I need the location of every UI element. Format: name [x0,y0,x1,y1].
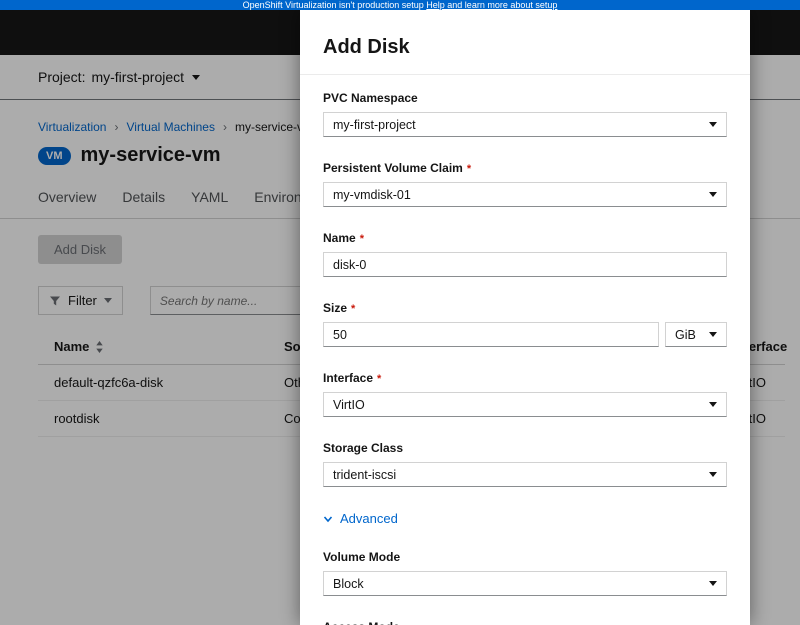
disk-name-input[interactable] [323,252,727,277]
pvc-namespace-select[interactable]: my-first-project [323,112,727,137]
caret-down-icon [709,192,717,197]
access-mode-label: Access Mode [323,620,727,625]
required-indicator: * [351,303,356,315]
caret-down-icon [709,581,717,586]
pvc-label: Persistent Volume Claim * [323,161,472,175]
size-unit-select[interactable]: GiB [665,322,727,347]
storage-class-label: Storage Class [323,441,404,455]
volume-mode-select[interactable]: Block [323,571,727,596]
pvc-namespace-label: PVC Namespace [323,91,418,105]
required-indicator: * [377,373,382,385]
size-label: Size * [323,301,356,315]
modal-body: PVC Namespace my-first-project Persisten… [300,75,750,625]
pvc-group: Persistent Volume Claim * my-vmdisk-01 [323,161,727,207]
storage-class-select[interactable]: trident-iscsi [323,462,727,487]
required-indicator: * [466,163,472,175]
size-group: Size * GiB [323,301,727,347]
banner-text: OpenShift Virtualization isn't productio… [242,0,427,10]
volume-mode-group: Volume Mode Block [323,550,727,596]
modal-title: Add Disk [323,36,410,58]
caret-down-icon [709,472,717,477]
name-group: Name * [323,231,727,277]
banner-link[interactable]: Help and learn more about setup [426,0,557,10]
storage-class-group: Storage Class trident-iscsi [323,441,727,487]
add-disk-modal: Add Disk PVC Namespace my-first-project … [300,10,750,625]
modal-header: Add Disk [300,10,750,75]
chevron-down-icon [323,515,333,522]
required-indicator: * [359,233,364,245]
caret-down-icon [709,122,717,127]
notification-banner: OpenShift Virtualization isn't productio… [0,0,800,10]
interface-select[interactable]: VirtIO [323,392,727,417]
advanced-toggle[interactable]: Advanced [323,511,727,526]
disk-size-input[interactable] [323,322,659,347]
name-label: Name * [323,231,364,245]
access-mode-group: Access Mode Shared Access (RWX) [323,620,727,625]
volume-mode-label: Volume Mode [323,550,401,564]
pvc-namespace-group: PVC Namespace my-first-project [323,91,727,137]
caret-down-icon [709,332,717,337]
caret-down-icon [709,402,717,407]
interface-label: Interface * [323,371,382,385]
interface-group: Interface * VirtIO [323,371,727,417]
pvc-select[interactable]: my-vmdisk-01 [323,182,727,207]
